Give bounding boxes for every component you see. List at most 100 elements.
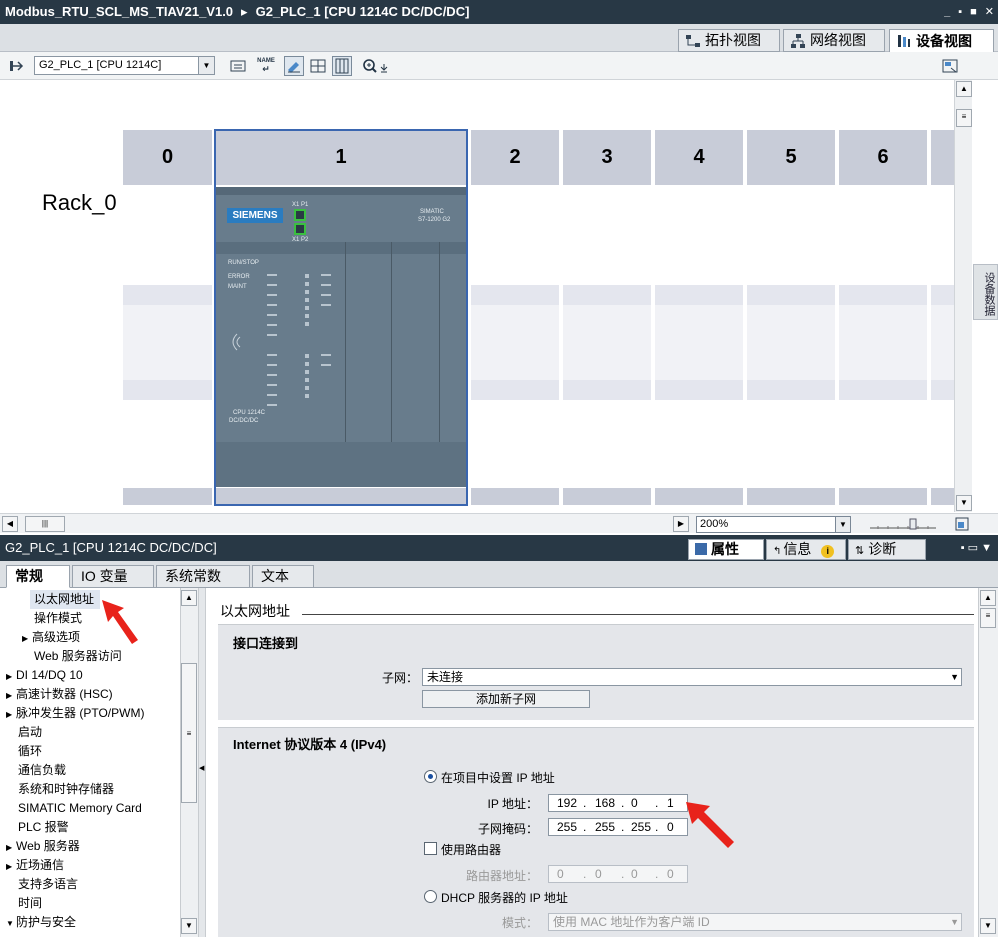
expand-arrow-icon[interactable]: ▶: [6, 857, 16, 876]
slot-header-2[interactable]: 2: [471, 130, 559, 185]
tree-item-time[interactable]: 时间: [18, 894, 42, 913]
chevron-down-icon[interactable]: ▼: [950, 914, 959, 930]
tab-properties[interactable]: 属性: [688, 539, 764, 560]
zoom-slider[interactable]: [868, 517, 938, 531]
zoom-value: 200%: [700, 518, 729, 530]
minimize-button[interactable]: _: [944, 0, 950, 24]
device-tree-button[interactable]: [6, 56, 26, 76]
scroll-up-icon[interactable]: ▲: [181, 590, 197, 606]
scroll-thumb[interactable]: ≡: [956, 109, 972, 127]
subnet-select[interactable]: 未连接 ▼: [422, 668, 962, 686]
tree-item-nfc[interactable]: ▶ 近场通信: [6, 856, 64, 875]
tree-scrollbar[interactable]: ▲ ≡ ▼: [180, 588, 198, 937]
tree-item-startup[interactable]: 启动: [18, 723, 42, 742]
slot-header-4[interactable]: 4: [655, 130, 743, 185]
slot-header-0[interactable]: 0: [123, 130, 212, 185]
module-labels-button[interactable]: [284, 56, 304, 76]
tree-item-web-server-access[interactable]: Web 服务器访问: [34, 647, 122, 666]
overview-navigation-button[interactable]: [940, 56, 960, 76]
expand-arrow-icon[interactable]: ▶: [22, 629, 32, 648]
info-arrow-icon: ↰: [773, 546, 782, 557]
show-name-button[interactable]: NAME ↵: [256, 56, 276, 76]
scroll-thumb[interactable]: ≡: [181, 663, 197, 803]
use-router-checkbox[interactable]: [424, 842, 437, 855]
tab-device-view[interactable]: 设备视图: [889, 29, 994, 52]
subnet-mask-field[interactable]: 255 . 255 . 255 . 0: [548, 818, 688, 836]
scroll-up-icon[interactable]: ▲: [980, 590, 996, 606]
tree-item-hsc[interactable]: ▶ 高速计数器 (HSC): [6, 685, 113, 704]
device-selector[interactable]: G2_PLC_1 [CPU 1214C] ▼: [34, 56, 215, 75]
tree-item-system-clock-memory[interactable]: 系统和时钟存储器: [18, 780, 114, 799]
tab-info[interactable]: ↰ 信息 i: [766, 539, 846, 560]
canvas-vertical-scrollbar[interactable]: ▲ ≡ ▼: [954, 80, 972, 512]
router-octet-3: 0: [631, 867, 638, 881]
router-address-field[interactable]: 0 . 0 . 0 . 0: [548, 865, 688, 883]
swap-button[interactable]: [228, 56, 248, 76]
tab-general[interactable]: 常规: [6, 565, 70, 588]
tree-item-advanced-options[interactable]: ▶ 高级选项: [22, 628, 80, 647]
scroll-thumb[interactable]: ≡: [980, 608, 996, 628]
mask-octet-1: 255: [557, 820, 578, 834]
content-scrollbar[interactable]: ▲ ≡ ▼: [978, 588, 998, 937]
chevron-down-icon[interactable]: ▼: [198, 57, 214, 74]
scroll-left-icon[interactable]: ◀: [2, 516, 18, 532]
splitter-arrow-icon[interactable]: ◀: [199, 764, 204, 772]
tab-system-constants[interactable]: 系统常数: [156, 565, 250, 588]
tab-texts[interactable]: 文本: [252, 565, 314, 588]
tree-item-operating-mode[interactable]: 操作模式: [34, 609, 82, 628]
device-toolbar: G2_PLC_1 [CPU 1214C] ▼ NAME ↵: [0, 52, 998, 80]
tree-item-ethernet-address[interactable]: 以太网地址: [30, 590, 100, 609]
table-button[interactable]: [332, 56, 352, 76]
slot-header-6[interactable]: 6: [839, 130, 927, 185]
ip-address-field[interactable]: 192 . 168 . 0 . 1: [548, 794, 688, 812]
expand-arrow-icon[interactable]: ▶: [6, 667, 16, 686]
chevron-down-icon[interactable]: ▼: [835, 517, 850, 532]
tree-item-web-server[interactable]: ▶ Web 服务器: [6, 837, 80, 856]
dhcp-radio[interactable]: [424, 890, 437, 903]
add-subnet-button[interactable]: 添加新子网: [422, 690, 590, 708]
router-dot: .: [583, 867, 587, 881]
grid-button[interactable]: [308, 56, 328, 76]
tree-item-memory-card[interactable]: SIMATIC Memory Card: [18, 799, 142, 818]
tree-item-cycle[interactable]: 循环: [18, 742, 42, 761]
scroll-up-icon[interactable]: ▲: [956, 81, 972, 97]
tree-item-pulse-generator[interactable]: ▶ 脉冲发生器 (PTO/PWM): [6, 704, 144, 723]
ip-octet-1: 192: [557, 796, 578, 810]
expand-arrow-icon[interactable]: ▶: [6, 686, 16, 705]
device-canvas[interactable]: 0 1 2 3 4 5 6 Rack_0 SIEMENS X1 P1 X1 P2…: [0, 80, 954, 512]
scroll-right-icon[interactable]: ▶: [673, 516, 689, 532]
canvas-horizontal-scrollbar: ◀ ||| ▶ 200% ▼: [0, 513, 998, 533]
tree-item-di-dq[interactable]: ▶ DI 14/DQ 10: [6, 666, 83, 685]
set-ip-in-project-radio[interactable]: [424, 770, 437, 783]
zoom-button[interactable]: [360, 56, 394, 76]
panel-splitter[interactable]: ◀: [198, 588, 206, 937]
fit-view-button[interactable]: [952, 514, 972, 534]
collapse-arrow-icon[interactable]: ▼: [6, 914, 16, 933]
slot-header-7[interactable]: [931, 130, 954, 185]
tab-diagnostics[interactable]: ⇅ 诊断: [848, 539, 926, 560]
scroll-down-icon[interactable]: ▼: [980, 918, 996, 934]
expand-arrow-icon[interactable]: ▶: [6, 705, 16, 724]
mode-select[interactable]: 使用 MAC 地址作为客户端 ID ▼: [548, 913, 962, 931]
slot-header-5[interactable]: 5: [747, 130, 835, 185]
tree-item-plc-alarms[interactable]: PLC 报警: [18, 818, 69, 837]
scroll-down-icon[interactable]: ▼: [181, 918, 197, 934]
slot-header-3[interactable]: 3: [563, 130, 651, 185]
tree-item-multilanguage[interactable]: 支持多语言: [18, 875, 78, 894]
expand-arrow-icon[interactable]: ▶: [6, 838, 16, 857]
close-button[interactable]: ✕: [985, 0, 994, 24]
chevron-down-icon[interactable]: ▼: [950, 669, 959, 685]
tree-item-communication-load[interactable]: 通信负载: [18, 761, 66, 780]
panel-window-controls[interactable]: ▪ ▭ ▼: [961, 535, 992, 561]
zoom-selector[interactable]: 200% ▼: [696, 516, 851, 533]
tab-info-label: 信息: [783, 541, 812, 557]
side-tab-device-data[interactable]: 设备数据: [973, 264, 998, 320]
maximize-button[interactable]: ■: [970, 0, 977, 24]
restore-button[interactable]: ▪: [958, 0, 962, 24]
hscroll-thumb[interactable]: |||: [25, 516, 65, 532]
tab-topology-view[interactable]: 拓扑视图: [678, 29, 780, 52]
tab-io-tags[interactable]: IO 变量: [72, 565, 154, 588]
tree-item-protection-security[interactable]: ▼ 防护与安全: [6, 913, 76, 932]
tab-network-view[interactable]: 网络视图: [783, 29, 885, 52]
scroll-down-icon[interactable]: ▼: [956, 495, 972, 511]
